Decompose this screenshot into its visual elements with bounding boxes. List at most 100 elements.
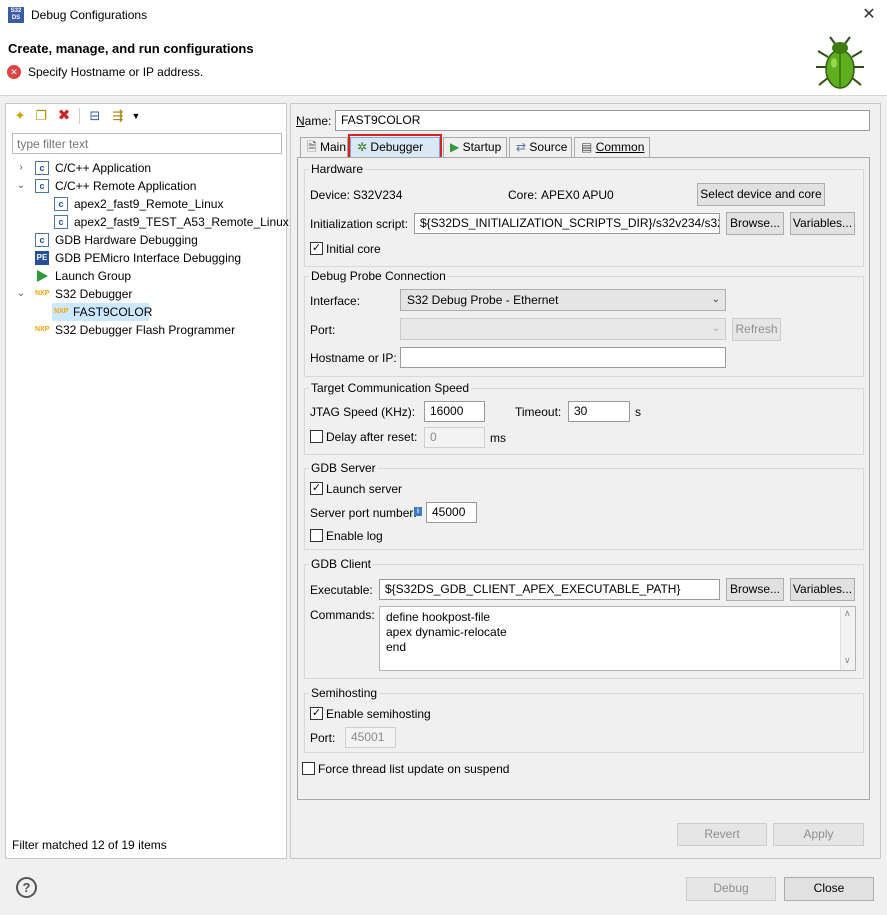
- tree-item-label: Launch Group: [55, 269, 132, 283]
- delay-input[interactable]: 0: [424, 427, 485, 448]
- tree-item-fast9color[interactable]: NXP FAST9COLOR: [52, 303, 152, 321]
- revert-button[interactable]: Revert: [677, 823, 767, 846]
- launch-server-label: Launch server: [326, 482, 403, 496]
- device-value: S32V234: [353, 188, 403, 202]
- force-thread-checkbox[interactable]: [302, 762, 315, 775]
- tree-item-label: apex2_fast9_Remote_Linux: [74, 197, 224, 211]
- duplicate-icon[interactable]: ❐: [33, 108, 49, 124]
- tree-item-launch-group[interactable]: Launch Group: [16, 267, 276, 285]
- tree-item-label: GDB PEMicro Interface Debugging: [55, 251, 242, 265]
- hostname-label: Hostname or IP:: [310, 351, 397, 365]
- c-app-icon: c: [54, 215, 68, 229]
- c-app-icon: c: [35, 161, 49, 175]
- name-label: Name:: [296, 114, 331, 128]
- select-device-core-button[interactable]: Select device and core: [697, 183, 825, 206]
- speed-group-title: Target Communication Speed: [309, 381, 472, 395]
- tab-main[interactable]: 🗎 Main: [300, 137, 348, 157]
- error-icon: ✕: [7, 65, 21, 79]
- tree-item-label: S32 Debugger Flash Programmer: [55, 323, 236, 337]
- enable-log-checkbox[interactable]: [310, 529, 323, 542]
- c-app-icon: c: [35, 179, 49, 193]
- force-thread-label: Force thread list update on suspend: [318, 762, 510, 776]
- gdb-icon: c: [35, 233, 49, 247]
- nxp-icon: NXP: [54, 308, 69, 315]
- tab-label: Common: [595, 140, 645, 154]
- tree-item-apex2-fast9-test-a53[interactable]: c apex2_fast9_TEST_A53_Remote_Linux: [16, 213, 289, 231]
- tree-item-s32-debugger[interactable]: ⌄ NXP S32 Debugger: [16, 285, 276, 303]
- close-button[interactable]: Close: [784, 877, 874, 901]
- tab-startup[interactable]: ▶ Startup: [443, 137, 507, 157]
- tab-label: Main: [320, 140, 347, 154]
- close-label: Close: [813, 881, 845, 895]
- exe-browse-button[interactable]: Browse...: [726, 578, 784, 601]
- delay-after-reset-checkbox[interactable]: [310, 430, 323, 443]
- c-app-icon: c: [54, 197, 68, 211]
- port-label: Port:: [310, 323, 336, 337]
- enable-semihosting-label: Enable semihosting: [326, 707, 431, 721]
- commands-textarea[interactable]: define hookpost-file apex dynamic-reloca…: [379, 606, 856, 671]
- tree-item-label: apex2_fast9_TEST_A53_Remote_Linux: [74, 215, 289, 229]
- tree-item-c-application[interactable]: › c C/C++ Application: [16, 159, 276, 177]
- tab-label: Startup: [462, 140, 502, 154]
- initial-core-checkbox[interactable]: ✓: [310, 242, 323, 255]
- init-variables-button[interactable]: Variables...: [790, 212, 855, 235]
- interface-label: Interface:: [310, 294, 361, 308]
- nxp-icon: NXP: [35, 326, 50, 333]
- tree-item-label: C/C++ Application: [55, 161, 152, 175]
- revert-label: Revert: [704, 827, 740, 841]
- filter-icon[interactable]: ⇶: [110, 108, 126, 124]
- delay-after-reset-label: Delay after reset:: [326, 430, 418, 444]
- debug-label: Debug: [713, 881, 749, 895]
- help-icon[interactable]: ?: [16, 877, 37, 898]
- interface-select[interactable]: S32 Debug Probe - Ethernet ⌄: [400, 289, 726, 311]
- enable-semihosting-checkbox[interactable]: ✓: [310, 707, 323, 720]
- close-window-icon[interactable]: ✕: [856, 5, 882, 25]
- tree-item-apex2-fast9-remote-linux[interactable]: c apex2_fast9_Remote_Linux: [16, 195, 276, 213]
- tab-source[interactable]: ⇄ Source: [509, 137, 572, 157]
- source-icon: ⇄: [516, 140, 527, 154]
- launch-server-checkbox[interactable]: ✓: [310, 482, 323, 495]
- expanded-chevron-icon[interactable]: ⌄: [16, 285, 26, 303]
- tree-item-label: S32 Debugger: [55, 287, 133, 301]
- jtag-speed-input[interactable]: 16000: [424, 401, 485, 422]
- tab-common[interactable]: ▤ Common: [574, 137, 650, 157]
- server-port-label: Server port number:: [310, 506, 417, 520]
- command-line: define hookpost-file: [386, 610, 491, 624]
- window-title: Debug Configurations: [31, 8, 148, 22]
- delete-icon[interactable]: ✖: [56, 108, 72, 124]
- tree-item-gdb-hardware-debugging[interactable]: c GDB Hardware Debugging: [16, 231, 276, 249]
- debug-bug-icon: [816, 36, 864, 89]
- init-browse-button[interactable]: Browse...: [726, 212, 784, 235]
- scroll-up-icon[interactable]: ∧: [844, 608, 851, 619]
- expanded-chevron-icon[interactable]: ⌄: [16, 177, 26, 195]
- semihosting-port-input[interactable]: 45001: [345, 727, 396, 748]
- tree-item-s32-flash-programmer[interactable]: NXP S32 Debugger Flash Programmer: [16, 321, 276, 339]
- timeout-input[interactable]: 30: [568, 401, 630, 422]
- delay-unit: ms: [490, 431, 506, 445]
- commands-scrollbar[interactable]: ∧ ∨: [840, 607, 855, 670]
- apply-button[interactable]: Apply: [773, 823, 864, 846]
- semihosting-port-label: Port:: [310, 731, 336, 745]
- server-port-input[interactable]: 45000: [426, 502, 477, 523]
- debug-button[interactable]: Debug: [686, 877, 776, 901]
- executable-field[interactable]: ${S32DS_GDB_CLIENT_APEX_EXECUTABLE_PATH}: [379, 579, 720, 600]
- tree-item-gdb-pemicro[interactable]: PE GDB PEMicro Interface Debugging: [16, 249, 276, 267]
- tree-item-c-remote-application[interactable]: ⌄ c C/C++ Remote Application: [16, 177, 276, 195]
- apply-label: Apply: [803, 827, 834, 841]
- filter-input[interactable]: [12, 133, 282, 154]
- collapse-all-icon[interactable]: ⊟: [87, 108, 103, 124]
- view-menu-chevron-icon[interactable]: ▼: [130, 108, 142, 124]
- port-select[interactable]: ⌄: [400, 318, 726, 340]
- new-configuration-icon[interactable]: ✦: [12, 108, 28, 124]
- interface-value: S32 Debug Probe - Ethernet: [407, 293, 559, 307]
- init-script-field[interactable]: ${S32DS_INITIALIZATION_SCRIPTS_DIR}/s32v…: [414, 213, 720, 234]
- name-field[interactable]: FAST9COLOR: [335, 110, 870, 131]
- hostname-input[interactable]: [400, 347, 726, 368]
- collapsed-chevron-icon[interactable]: ›: [16, 159, 26, 177]
- tab-label: Source: [529, 140, 568, 154]
- refresh-button[interactable]: Refresh: [732, 318, 781, 341]
- scroll-down-icon[interactable]: ∨: [844, 655, 851, 666]
- exe-variables-button[interactable]: Variables...: [790, 578, 855, 601]
- command-line: apex dynamic-relocate: [386, 625, 507, 639]
- timeout-label: Timeout:: [515, 405, 562, 419]
